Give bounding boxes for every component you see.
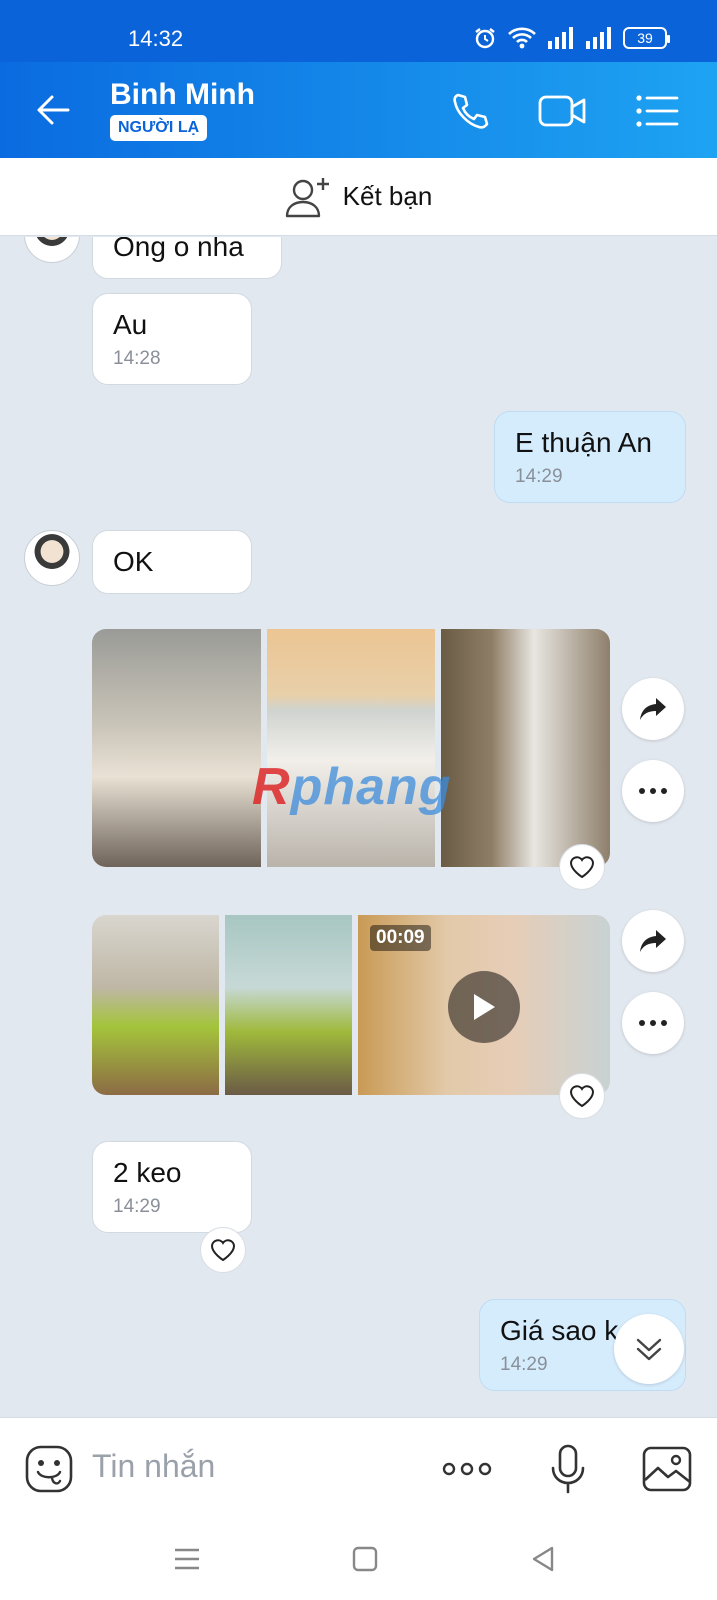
- photo-thumbnail[interactable]: [92, 629, 261, 867]
- message-text: OK: [113, 546, 154, 577]
- home-button[interactable]: [345, 1539, 385, 1579]
- back-nav-button[interactable]: [523, 1539, 563, 1579]
- alarm-icon: [475, 28, 495, 49]
- message-text: 2 keo: [113, 1157, 182, 1188]
- photo-thumbnail[interactable]: [92, 915, 219, 1095]
- video-call-button[interactable]: [538, 86, 588, 136]
- my-message-bubble[interactable]: E thuận An 14:29: [494, 411, 686, 503]
- react-heart-button[interactable]: [559, 1073, 605, 1119]
- photo-thumbnail[interactable]: [267, 629, 435, 867]
- image-picker-button[interactable]: [640, 1442, 694, 1496]
- emoji-sticker-icon: [25, 1445, 73, 1493]
- share-arrow-icon: [640, 930, 666, 952]
- react-heart-button[interactable]: [559, 844, 605, 890]
- status-time: 14:32: [128, 26, 184, 51]
- more-horizontal-icon: [639, 1020, 667, 1026]
- voice-message-button[interactable]: [541, 1442, 595, 1496]
- add-user-icon: [285, 177, 329, 217]
- battery-icon: 39: [623, 27, 670, 49]
- message-bubble[interactable]: 2 keo 14:29: [92, 1141, 252, 1233]
- heart-icon: [210, 1239, 236, 1262]
- signal-icon: [548, 27, 573, 49]
- scroll-to-bottom-button[interactable]: [614, 1314, 684, 1384]
- avatar[interactable]: [24, 530, 80, 586]
- triangle-back-icon: [532, 1546, 554, 1572]
- message-time: 14:29: [113, 1196, 161, 1217]
- heart-icon: [569, 1085, 595, 1108]
- message-composer: Tin nhắn: [0, 1417, 717, 1517]
- share-arrow-icon: [640, 698, 666, 720]
- stranger-badge: NGƯỜI LẠ: [110, 115, 208, 141]
- menu-lines-icon: [175, 1548, 199, 1570]
- photo-group[interactable]: 00:09: [92, 915, 610, 1095]
- status-bar: 14:32 39: [0, 0, 717, 62]
- heart-icon: [569, 856, 595, 879]
- video-camera-icon: [538, 95, 586, 127]
- message-bubble[interactable]: OK: [92, 530, 252, 594]
- message-text: Ong o nha: [113, 237, 244, 262]
- play-icon: [474, 994, 495, 1020]
- sticker-button[interactable]: [22, 1442, 76, 1496]
- message-text: Au: [113, 309, 148, 340]
- message-input[interactable]: Tin nhắn: [92, 1448, 215, 1485]
- microphone-icon: [551, 1444, 585, 1494]
- status-icons: 39: [473, 26, 670, 50]
- contact-name[interactable]: Binh Minh: [110, 78, 255, 112]
- square-icon: [352, 1546, 378, 1572]
- wifi-icon: [508, 27, 536, 49]
- photo-group[interactable]: [92, 629, 610, 867]
- more-options-button[interactable]: [622, 992, 684, 1054]
- message-text: E thuận An: [515, 427, 653, 458]
- react-heart-button[interactable]: [200, 1227, 246, 1273]
- phone-icon: [453, 93, 489, 129]
- video-duration: 00:09: [370, 925, 431, 951]
- list-menu-icon: [636, 95, 679, 127]
- message-time: 14:28: [113, 348, 161, 369]
- avatar[interactable]: [24, 237, 80, 263]
- share-button[interactable]: [622, 910, 684, 972]
- share-button[interactable]: [622, 678, 684, 740]
- chat-messages[interactable]: Ong o nha Au 14:28 E thuận An 14:29 OK R…: [0, 237, 717, 1417]
- watermark: Rphang: [252, 758, 452, 816]
- signal-icon-2: [586, 27, 611, 49]
- back-button[interactable]: [32, 88, 76, 132]
- menu-button[interactable]: [632, 86, 682, 136]
- arrow-left-icon: [37, 95, 70, 125]
- play-button[interactable]: [448, 971, 520, 1043]
- voice-call-button[interactable]: [445, 86, 495, 136]
- photo-thumbnail[interactable]: [225, 915, 352, 1095]
- chat-header: Binh Minh NGƯỜI LẠ: [0, 62, 717, 158]
- add-friend-label: Kết bạn: [342, 181, 433, 211]
- image-icon: [642, 1446, 692, 1492]
- system-nav-bar: [0, 1517, 717, 1600]
- photo-thumbnail[interactable]: [441, 629, 610, 867]
- more-options-button[interactable]: [622, 760, 684, 822]
- message-bubble[interactable]: Ong o nha: [92, 237, 282, 279]
- recent-apps-button[interactable]: [167, 1539, 207, 1579]
- message-bubble[interactable]: Au 14:28: [92, 293, 252, 385]
- message-time: 14:29: [515, 466, 563, 487]
- video-thumbnail[interactable]: 00:09: [358, 915, 610, 1095]
- more-horizontal-icon: [442, 1462, 492, 1476]
- double-chevron-down-icon: [636, 1338, 662, 1361]
- more-actions-button[interactable]: [440, 1442, 494, 1496]
- more-horizontal-icon: [639, 788, 667, 794]
- add-friend-button[interactable]: Kết bạn: [0, 158, 717, 236]
